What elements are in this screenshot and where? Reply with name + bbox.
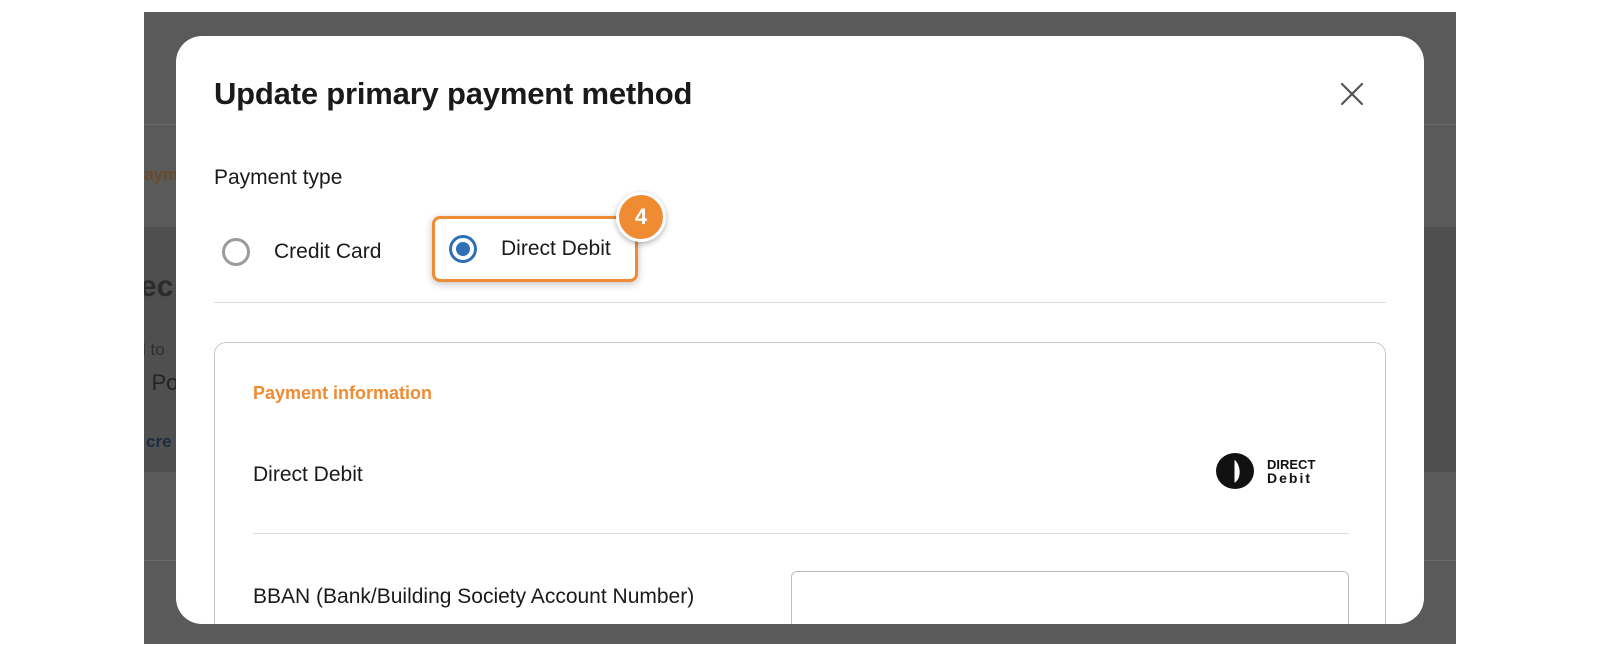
radio-credit-card[interactable]: Credit Card <box>222 220 381 284</box>
radio-circle-unchecked[interactable] <box>222 238 250 266</box>
payment-method-modal: Update primary payment method Payment ty… <box>176 36 1424 624</box>
radio-direct-debit[interactable]: Direct Debit <box>432 216 638 282</box>
step-number-badge: 4 <box>616 192 666 242</box>
modal-title: Update primary payment method <box>214 76 693 111</box>
background-text: l to <box>144 340 165 359</box>
payment-information-heading: Payment information <box>253 383 433 403</box>
direct-debit-logo: DIRECT Debit <box>1215 451 1331 491</box>
background-tab-text: aym <box>144 165 179 184</box>
close-button[interactable] <box>1336 78 1368 110</box>
background-heading: ec <box>144 270 174 303</box>
logo-text-bottom: Debit <box>1267 470 1312 486</box>
payment-information-card: Payment information Direct Debit DIRECT … <box>214 342 1386 624</box>
radio-label-direct-debit: Direct Debit <box>501 237 611 260</box>
radio-label-credit-card: Credit Card <box>274 240 382 263</box>
close-icon <box>1340 82 1364 106</box>
direct-debit-label: Direct Debit <box>253 463 363 486</box>
radio-circle-checked[interactable] <box>449 235 477 263</box>
bban-label: BBAN (Bank/Building Society Account Numb… <box>253 585 695 608</box>
payment-type-label: Payment type <box>214 166 343 189</box>
info-divider <box>253 533 1349 534</box>
background-link: cre <box>146 432 172 451</box>
background-text-line: - Po <box>144 370 179 395</box>
bban-input[interactable] <box>791 571 1349 624</box>
radio-selected-dot <box>456 242 470 256</box>
section-divider <box>214 302 1386 303</box>
